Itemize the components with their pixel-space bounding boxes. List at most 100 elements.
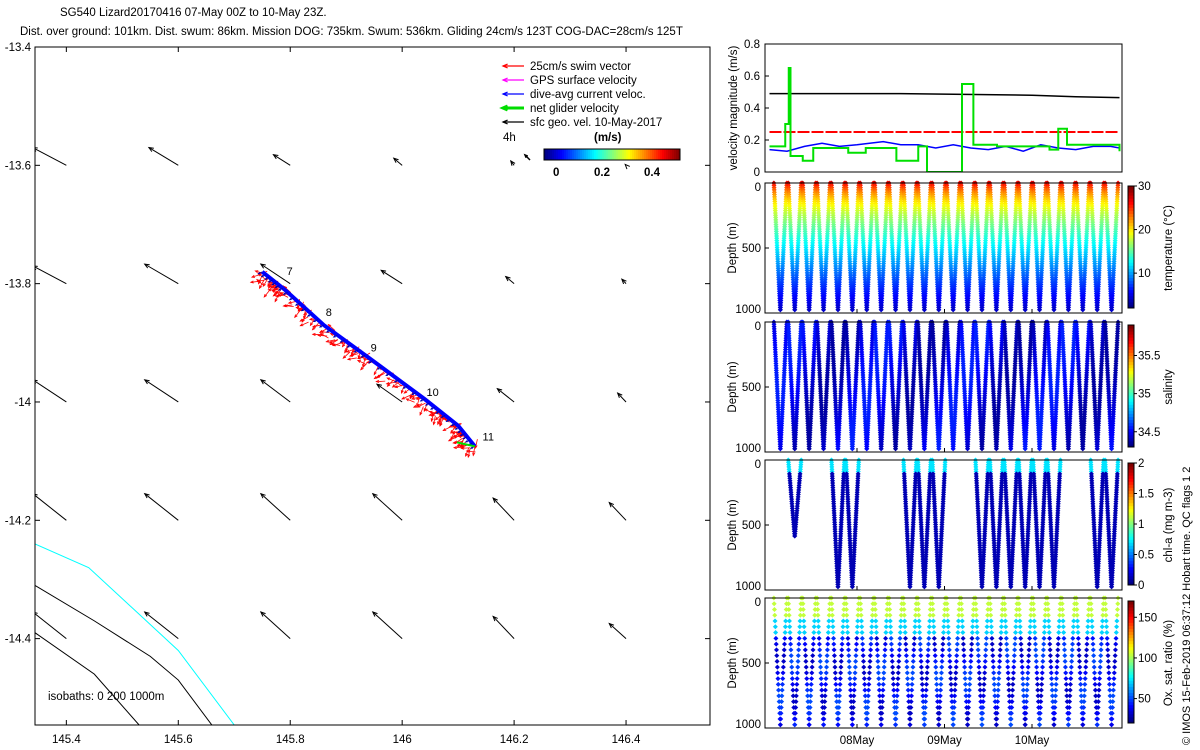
y-tick-label: -14.2 (5, 515, 31, 527)
legend-colorbar-cell (632, 149, 635, 160)
colorbar-cell (1128, 234, 1134, 239)
legend-colorbar-cell (634, 149, 637, 160)
colorbar-cell (1128, 207, 1134, 211)
legend-colorbar-cell (638, 149, 641, 160)
legend-colorbar-cell (586, 149, 589, 160)
legend-colorbar-cell (674, 149, 677, 160)
legend-colorbar-cell (554, 149, 557, 160)
colorbar-cell (1128, 213, 1134, 217)
legend-item-net: net glider velocity (530, 103, 619, 115)
legend-colorbar-cell (612, 149, 615, 160)
colorbar-tick-0: 0 (553, 167, 559, 179)
legend-colorbar-cell (568, 149, 571, 160)
legend-colorbar-cell (558, 149, 561, 160)
legend-colorbar-cell (548, 149, 551, 160)
x-tick-label: 146.2 (500, 734, 529, 746)
legend-colorbar-cell (562, 149, 565, 160)
glider-figure: SG540 Lizard20170416 07-May 00Z to 10-Ma… (5, 7, 1193, 747)
colorbar-cell (1128, 292, 1134, 297)
colorbar-label: temperature (°C) (1163, 205, 1175, 291)
colorbar-cell (1128, 301, 1134, 306)
legend-colorbar-cell (666, 149, 669, 160)
legend-colorbar-cell (546, 149, 549, 160)
legend-colorbar-cell (610, 149, 613, 160)
section-temperature (771, 180, 1121, 313)
legend-colorbar-cell (624, 149, 627, 160)
y-tick-label: -13.8 (5, 279, 31, 291)
colorbar-cell (1128, 240, 1134, 245)
legend-item-sfc: sfc geo. vel. 10-May-2017 (530, 117, 662, 129)
colorbar-cell (1128, 277, 1134, 282)
legend-colorbar-cell (580, 149, 583, 160)
legend-colorbar-cell (602, 149, 605, 160)
colorbar-tick-label: 10 (1138, 268, 1151, 280)
legend-colorbar-cell (598, 149, 601, 160)
legend-colorbar-cell (574, 149, 577, 160)
x-tick-label: 146.4 (612, 734, 641, 746)
velocity-plot (769, 67, 1121, 172)
legend-colorbar-cell (618, 149, 621, 160)
legend-colorbar-cell (566, 149, 569, 160)
velocity-series-net-glider-velocity (769, 67, 1121, 172)
legend-colorbar-cell (550, 149, 553, 160)
day-label: 10 (427, 387, 439, 399)
legend-colorbar-cell (620, 149, 623, 160)
x-tick-label: 145.6 (164, 734, 193, 746)
colorbar-cell (1128, 265, 1134, 269)
legend-colorbar-cell (628, 149, 631, 160)
velocity-tick-label: 0.6 (744, 71, 760, 83)
day-label: 9 (371, 343, 377, 355)
legend-colorbar-cell (676, 149, 679, 160)
colorbar-cell (1128, 274, 1134, 278)
colorbar-cell (1128, 237, 1134, 242)
y-tick-label: -13.6 (5, 160, 31, 172)
colorbar-tick-02: 0.2 (594, 167, 610, 179)
colorbar-cell (1128, 189, 1134, 193)
colorbar-cell (1128, 225, 1134, 230)
legend-colorbar-cell (664, 149, 667, 160)
legend-colorbar-cell (616, 149, 619, 160)
legend-colorbar-cell (662, 149, 665, 160)
colorbar-cell (1128, 228, 1134, 233)
legend-colorbar-cell (622, 149, 625, 160)
figure-subtitle: Dist. over ground: 101km. Dist. swum: 86… (20, 26, 683, 38)
legend-colorbar-cell (660, 149, 663, 160)
colorbar-cell (1128, 198, 1134, 202)
colorbar-cell (1128, 216, 1134, 221)
day-label: 11 (483, 431, 494, 443)
legend-colorbar-cell (650, 149, 653, 160)
legend-colorbar-cell (578, 149, 581, 160)
y-tick-label: -13.4 (5, 42, 32, 54)
legend-colorbar-cell (594, 149, 597, 160)
legend-colorbar-cell (648, 149, 651, 160)
legend-colorbar-cell (570, 149, 573, 160)
velocity-frame (764, 43, 1123, 173)
legend-colorbar-cell (592, 149, 595, 160)
legend-item-swim: 25cm/s swim vector (530, 61, 631, 73)
isobath-label: isobaths: 0 200 1000m (48, 691, 164, 703)
colorbar-tick-04: 0.4 (644, 167, 661, 179)
legend-colorbar-cell (584, 149, 587, 160)
legend-colorbar-cell (640, 149, 643, 160)
credit-text: © IMOS 15-Feb-2019 06:37:12 Hobart time.… (1181, 467, 1193, 745)
legend-colorbar-cell (630, 149, 633, 160)
x-tick-label: 145.8 (276, 734, 305, 746)
colorbar-tick-label: 20 (1138, 225, 1151, 237)
legend-colorbar-cell (654, 149, 657, 160)
legend-units-label: (m/s) (594, 132, 622, 144)
legend-colorbar-cell (626, 149, 629, 160)
colorbar-cell (1128, 283, 1134, 288)
y-tick-label: -14.4 (5, 634, 32, 646)
legend-colorbar-cell (590, 149, 593, 160)
colorbar-cell (1128, 295, 1134, 300)
legend-colorbar-cell (652, 149, 655, 160)
day-label: 7 (287, 266, 293, 278)
legend-item-dac: dive-avg current veloc. (530, 89, 646, 101)
legend-colorbar-cell (606, 149, 609, 160)
colorbar-cell (1128, 286, 1134, 291)
velocity-tick-label: 0.2 (744, 135, 760, 147)
legend-age-label: 4h (503, 132, 516, 144)
colorbar-cell (1128, 210, 1134, 214)
colorbar-cell (1128, 186, 1134, 190)
legend-colorbar-cell (582, 149, 585, 160)
